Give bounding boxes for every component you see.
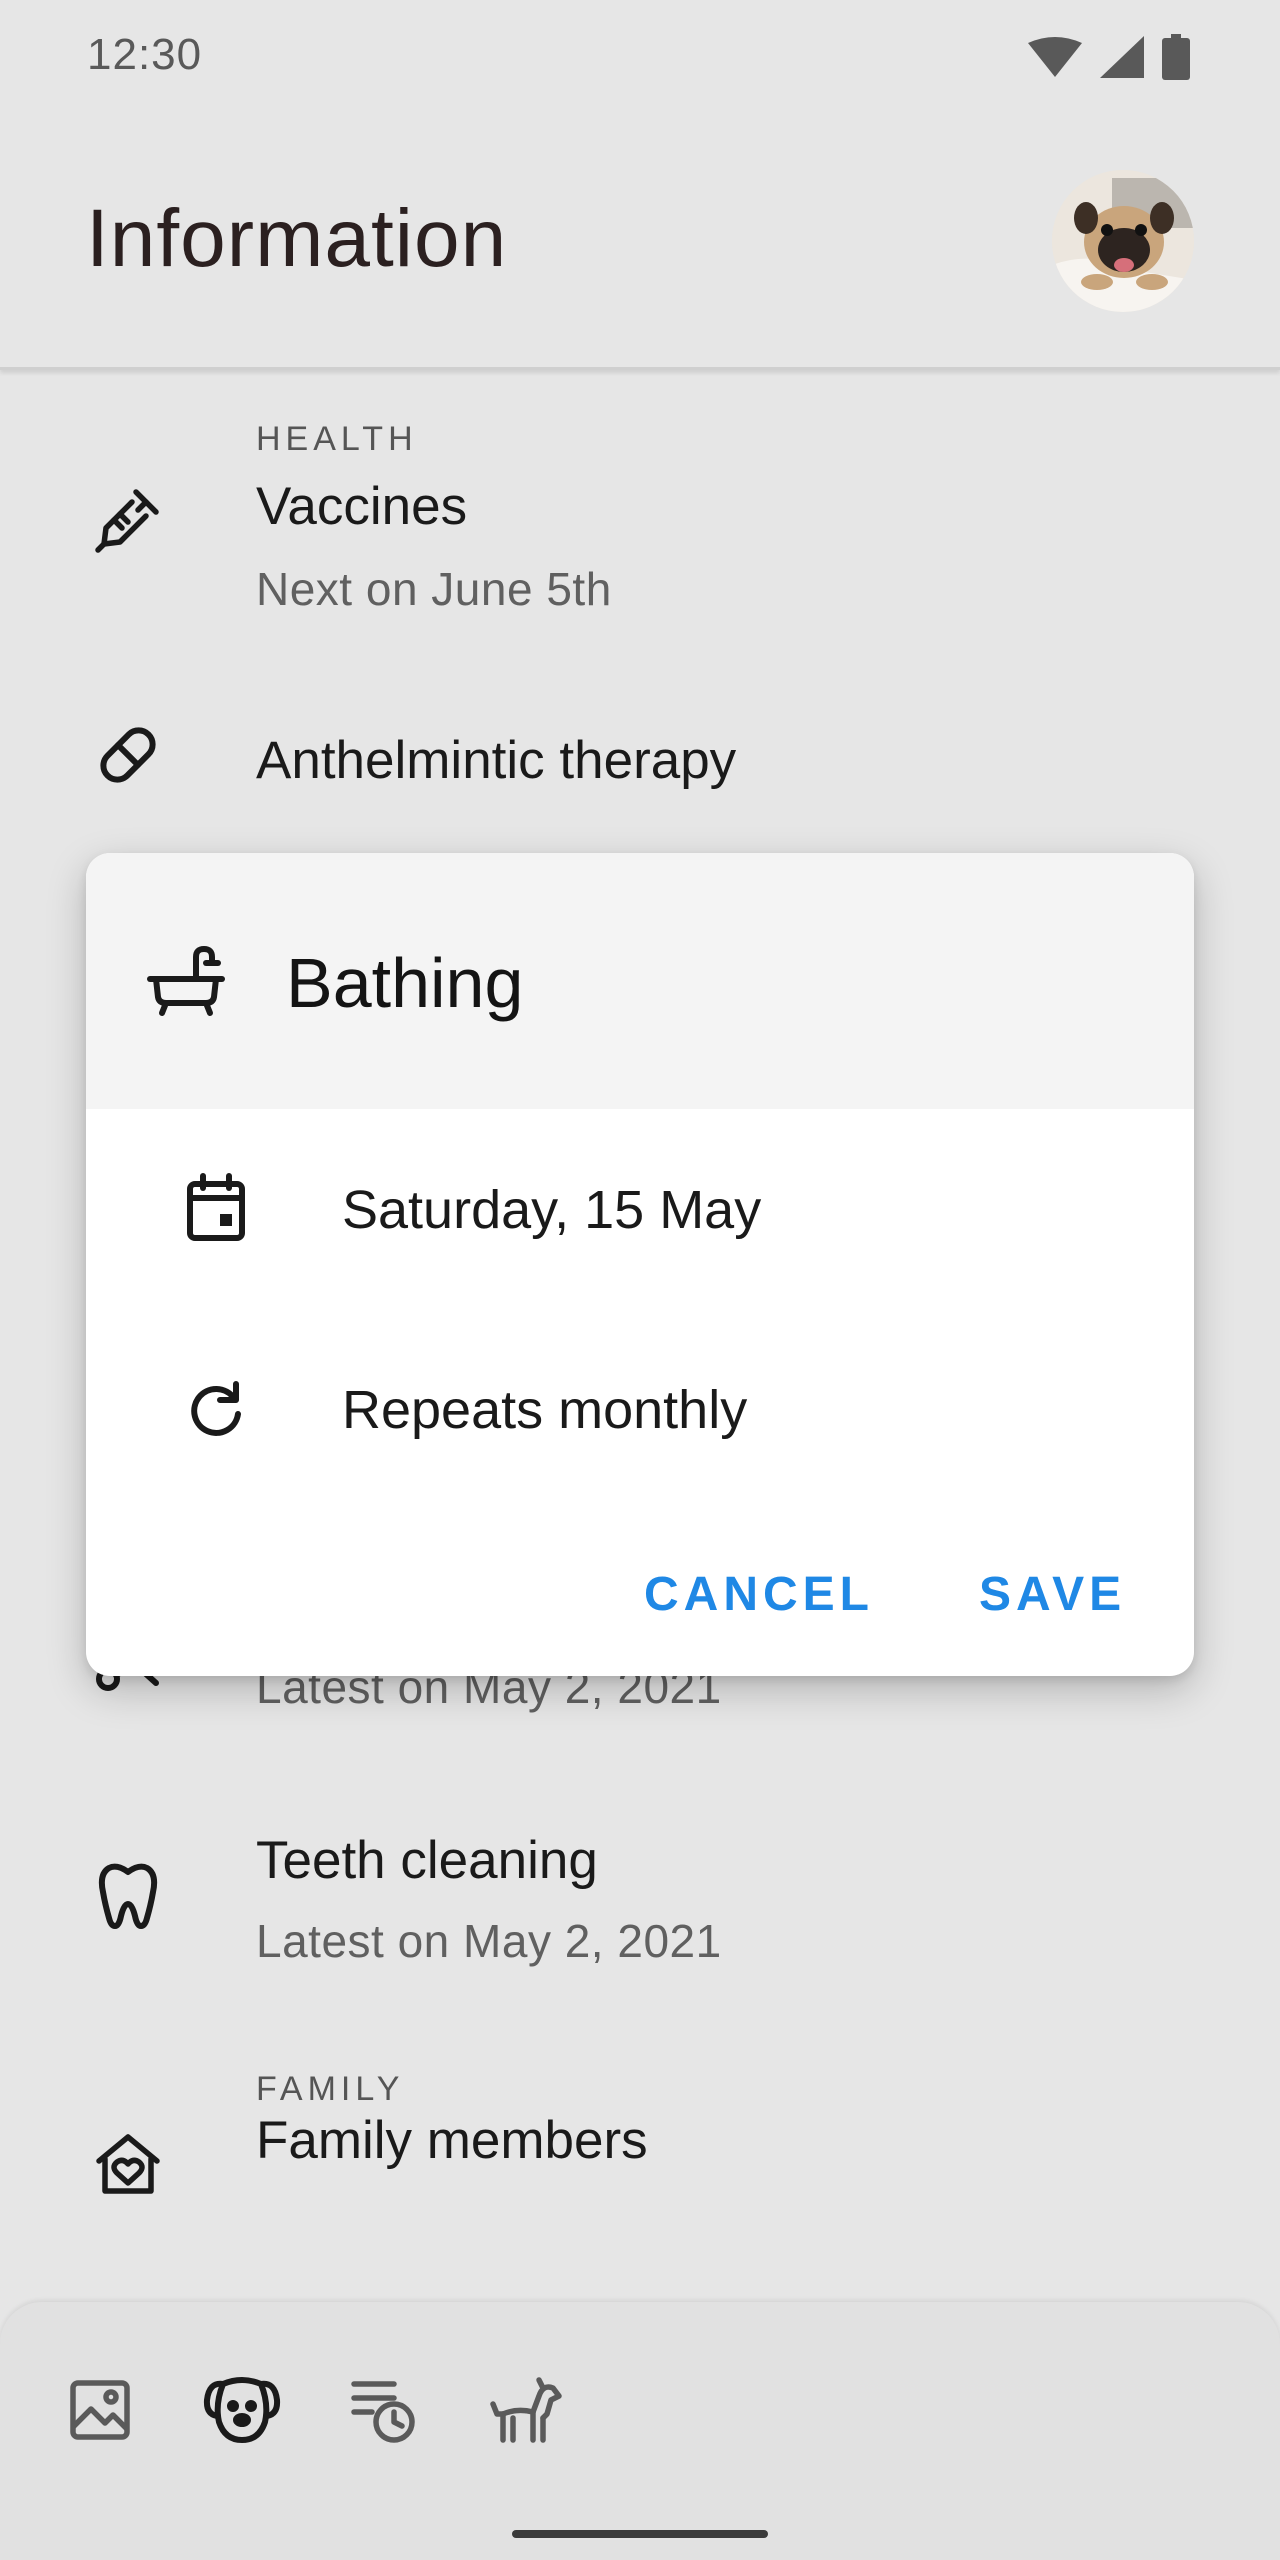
- repeat-row[interactable]: Repeats monthly: [86, 1343, 1194, 1473]
- list-item-subtitle: Next on June 5th: [256, 563, 612, 615]
- save-button[interactable]: SAVE: [979, 1567, 1126, 1622]
- page-title: Information: [86, 193, 508, 284]
- cancel-button[interactable]: CANCEL: [644, 1567, 874, 1622]
- status-icons: [1028, 32, 1190, 82]
- cellular-signal-icon: [1100, 36, 1144, 78]
- dialog-actions: CANCEL SAVE: [86, 1553, 1194, 1653]
- pill-icon: [88, 715, 168, 795]
- repeat-icon: [176, 1368, 256, 1448]
- schedule-list-icon[interactable]: [344, 2370, 424, 2450]
- repeat-text: Repeats monthly: [342, 1380, 748, 1440]
- section-label-family: FAMILY: [256, 2070, 405, 2108]
- calendar-icon: [176, 1168, 256, 1248]
- top-app-bar: Information: [0, 112, 1280, 370]
- list-item-title: Family members: [256, 2111, 648, 2170]
- list-item-title: Teeth cleaning: [256, 1831, 598, 1890]
- list-item-title: Vaccines: [256, 477, 468, 536]
- pug-avatar-icon: [1052, 170, 1194, 312]
- dog-face-icon[interactable]: [202, 2370, 282, 2450]
- bathtub-icon: [146, 941, 226, 1021]
- dog-icon[interactable]: [486, 2370, 566, 2450]
- dialog-title: Bathing: [286, 944, 524, 1022]
- date-text: Saturday, 15 May: [342, 1180, 762, 1240]
- gallery-icon[interactable]: [60, 2370, 140, 2450]
- information-screen: 12:30 Information HEALTH Vaccines Next o…: [0, 0, 1280, 2560]
- wifi-icon: [1028, 37, 1082, 77]
- list-item-anthelmintic[interactable]: Anthelmintic therapy: [0, 700, 1280, 810]
- bottom-navigation: [0, 2302, 1280, 2560]
- list-item-teeth-cleaning[interactable]: Teeth cleaning Latest on May 2, 2021: [0, 1820, 1280, 2000]
- battery-icon: [1162, 34, 1190, 80]
- dialog-header: Bathing: [86, 853, 1194, 1109]
- status-time: 12:30: [87, 30, 203, 79]
- list-item-title: Anthelmintic therapy: [256, 731, 737, 790]
- home-indicator[interactable]: [512, 2530, 768, 2538]
- home-heart-icon: [88, 2124, 168, 2204]
- avatar[interactable]: [1052, 170, 1194, 312]
- section-label-health: HEALTH: [256, 420, 418, 458]
- syringe-icon: [88, 480, 168, 560]
- tooth-icon: [88, 1856, 168, 1936]
- list-item-vaccines[interactable]: HEALTH Vaccines Next on June 5th: [0, 370, 1280, 640]
- list-item-family-members[interactable]: FAMILY Family members: [0, 2050, 1280, 2220]
- date-picker-row[interactable]: Saturday, 15 May: [86, 1143, 1194, 1273]
- status-bar: 12:30: [0, 0, 1280, 112]
- list-item-subtitle: Latest on May 2, 2021: [256, 1915, 722, 1967]
- bathing-dialog: Bathing Saturday, 15 May Repeats monthly…: [86, 853, 1194, 1676]
